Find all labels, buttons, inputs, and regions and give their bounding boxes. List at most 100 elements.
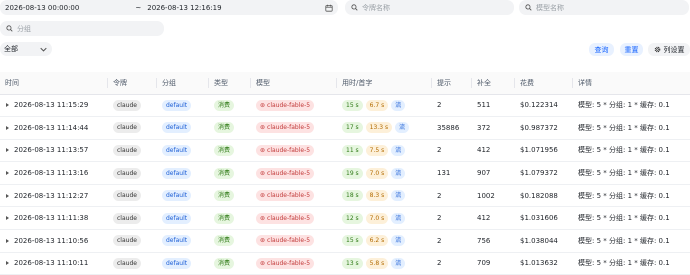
model-name-placeholder: 模型名称	[536, 3, 564, 12]
group-tag: default	[162, 167, 192, 179]
expand-caret-icon[interactable]	[6, 261, 9, 266]
cell-group: default	[157, 161, 209, 185]
table-row[interactable]: 2026-08-13 11:11:38 claude default 消费 ⊛ c…	[0, 206, 690, 231]
token-tag: claude	[113, 99, 141, 111]
column-header-token[interactable]: 令牌	[108, 72, 157, 95]
query-button[interactable]: 查询	[589, 43, 614, 56]
token-tag: claude	[113, 235, 141, 247]
time-text: 2026-08-13 11:10:56	[14, 236, 89, 245]
cell-model: ⊛ claude-fable-5	[251, 229, 337, 253]
model-tag[interactable]: ⊛ claude-fable-5	[256, 167, 315, 179]
cell-model: ⊛ claude-fable-5	[251, 252, 337, 275]
column-header-model[interactable]: 模型	[251, 72, 337, 95]
token-name-placeholder: 令牌名称	[362, 3, 390, 12]
table-row[interactable]: 2026-08-13 11:15:29 claude default 消费 ⊛ c…	[0, 94, 690, 118]
cell-type: 消费	[209, 229, 251, 253]
use-time-tag: 18 s	[342, 190, 363, 202]
model-tag-label: claude-fable-5	[267, 101, 311, 109]
first-token-tag: 6.2 s	[365, 235, 389, 247]
column-header-detail[interactable]: 详情	[573, 72, 690, 95]
cell-prompt: 35886	[432, 116, 472, 140]
expand-caret-icon[interactable]	[6, 125, 9, 130]
search-icon	[351, 4, 358, 11]
cell-group: default	[157, 94, 209, 118]
cell-detail: 模型: 5 * 分组: 1 * 缓存: 0.1	[573, 252, 690, 275]
table-header-row: 时间 令牌 分组 类型 模型 用时/首字 提示 补全 花费 详情	[0, 72, 690, 95]
date-range-picker[interactable]: 2026-08-13 00:00:00 ~ 2026-08-13 12:16:1…	[0, 0, 338, 15]
model-tag-label: claude-fable-5	[267, 146, 311, 154]
cell-prompt: 2	[432, 184, 472, 208]
table-row[interactable]: 2026-08-13 11:14:44 claude default 消费 ⊛ c…	[0, 116, 690, 140]
cell-time: 2026-08-13 11:13:16	[0, 161, 108, 185]
model-tag-label: claude-fable-5	[267, 259, 311, 267]
table-row[interactable]: 2026-08-13 11:10:11 claude default 消费 ⊛ c…	[0, 252, 690, 275]
model-tag[interactable]: ⊛ claude-fable-5	[256, 235, 315, 247]
date-start-value[interactable]: 2026-08-13 00:00:00	[5, 4, 79, 12]
column-settings-label: 列设置	[663, 45, 685, 54]
date-end-value[interactable]: 2026-08-13 12:16:19	[147, 4, 221, 12]
expand-caret-icon[interactable]	[6, 103, 9, 108]
table-row[interactable]: 2026-08-13 11:12:27 claude default 消费 ⊛ c…	[0, 184, 690, 208]
model-tag[interactable]: ⊛ claude-fable-5	[256, 99, 315, 111]
model-tag[interactable]: ⊛ claude-fable-5	[256, 257, 315, 269]
time-text: 2026-08-13 11:13:16	[14, 169, 89, 178]
cell-use-time: 13 s 5.8 s流	[337, 252, 432, 275]
log-type-select[interactable]: 全部	[0, 42, 52, 56]
model-tag-label: claude-fable-5	[267, 192, 311, 200]
time-text: 2026-08-13 11:11:38	[14, 214, 89, 223]
use-time-tag: 11 s	[342, 144, 363, 156]
cell-use-time: 18 s 8.3 s流	[337, 184, 432, 208]
cell-detail: 模型: 5 * 分组: 1 * 缓存: 0.1	[573, 161, 690, 185]
column-settings-button[interactable]: 列设置	[648, 43, 690, 56]
column-header-type[interactable]: 类型	[209, 72, 251, 95]
cell-cost: $0.182088	[515, 184, 573, 208]
cell-model: ⊛ claude-fable-5	[251, 206, 337, 231]
token-tag: claude	[113, 122, 141, 134]
table-row[interactable]: 2026-08-13 11:13:16 claude default 消费 ⊛ c…	[0, 161, 690, 185]
use-time-tag: 12 s	[342, 212, 363, 224]
model-tag[interactable]: ⊛ claude-fable-5	[256, 144, 315, 156]
type-tag: 消费	[214, 122, 235, 134]
column-header-cost[interactable]: 花费	[515, 72, 573, 95]
model-tag[interactable]: ⊛ claude-fable-5	[256, 190, 315, 202]
reset-button[interactable]: 重置	[620, 43, 643, 56]
model-tag-label: claude-fable-5	[267, 124, 311, 132]
type-tag: 消费	[214, 235, 235, 247]
cell-cost: $1.038044	[515, 229, 573, 253]
model-tag[interactable]: ⊛ claude-fable-5	[256, 122, 315, 134]
cell-token: claude	[108, 252, 157, 275]
stream-tag: 流	[391, 190, 406, 202]
column-header-time[interactable]: 时间	[0, 72, 108, 95]
cell-use-time: 11 s 7.5 s流	[337, 139, 432, 163]
cell-completion: 511	[472, 94, 515, 118]
column-header-use-time[interactable]: 用时/首字	[337, 72, 432, 95]
cell-type: 消费	[209, 252, 251, 275]
table-row[interactable]: 2026-08-13 11:10:56 claude default 消费 ⊛ c…	[0, 229, 690, 253]
column-header-prompt[interactable]: 提示	[432, 72, 472, 95]
bullet-icon: ⊛	[260, 214, 266, 222]
bullet-icon: ⊛	[260, 259, 266, 267]
cell-completion: 1002	[472, 184, 515, 208]
type-tag: 消费	[214, 167, 235, 179]
cell-cost: $0.122314	[515, 94, 573, 118]
expand-caret-icon[interactable]	[6, 193, 9, 198]
column-header-group[interactable]: 分组	[157, 72, 209, 95]
type-tag: 消费	[214, 212, 235, 224]
token-name-input[interactable]: 令牌名称	[345, 0, 514, 15]
table-row[interactable]: 2026-08-13 11:13:57 claude default 消费 ⊛ c…	[0, 139, 690, 163]
expand-caret-icon[interactable]	[6, 148, 9, 153]
group-tag: default	[162, 190, 192, 202]
calendar-icon[interactable]	[325, 4, 333, 12]
model-tag[interactable]: ⊛ claude-fable-5	[256, 212, 315, 224]
token-tag: claude	[113, 212, 141, 224]
expand-caret-icon[interactable]	[6, 216, 9, 221]
model-name-input[interactable]: 模型名称	[519, 0, 689, 15]
use-time-tag: 19 s	[342, 167, 363, 179]
search-icon	[6, 25, 13, 32]
expand-caret-icon[interactable]	[6, 238, 9, 243]
column-header-completion[interactable]: 补全	[472, 72, 515, 95]
first-token-tag: 7.5 s	[365, 144, 389, 156]
cell-group: default	[157, 139, 209, 163]
expand-caret-icon[interactable]	[6, 171, 9, 176]
group-input[interactable]: 分组	[0, 21, 164, 36]
